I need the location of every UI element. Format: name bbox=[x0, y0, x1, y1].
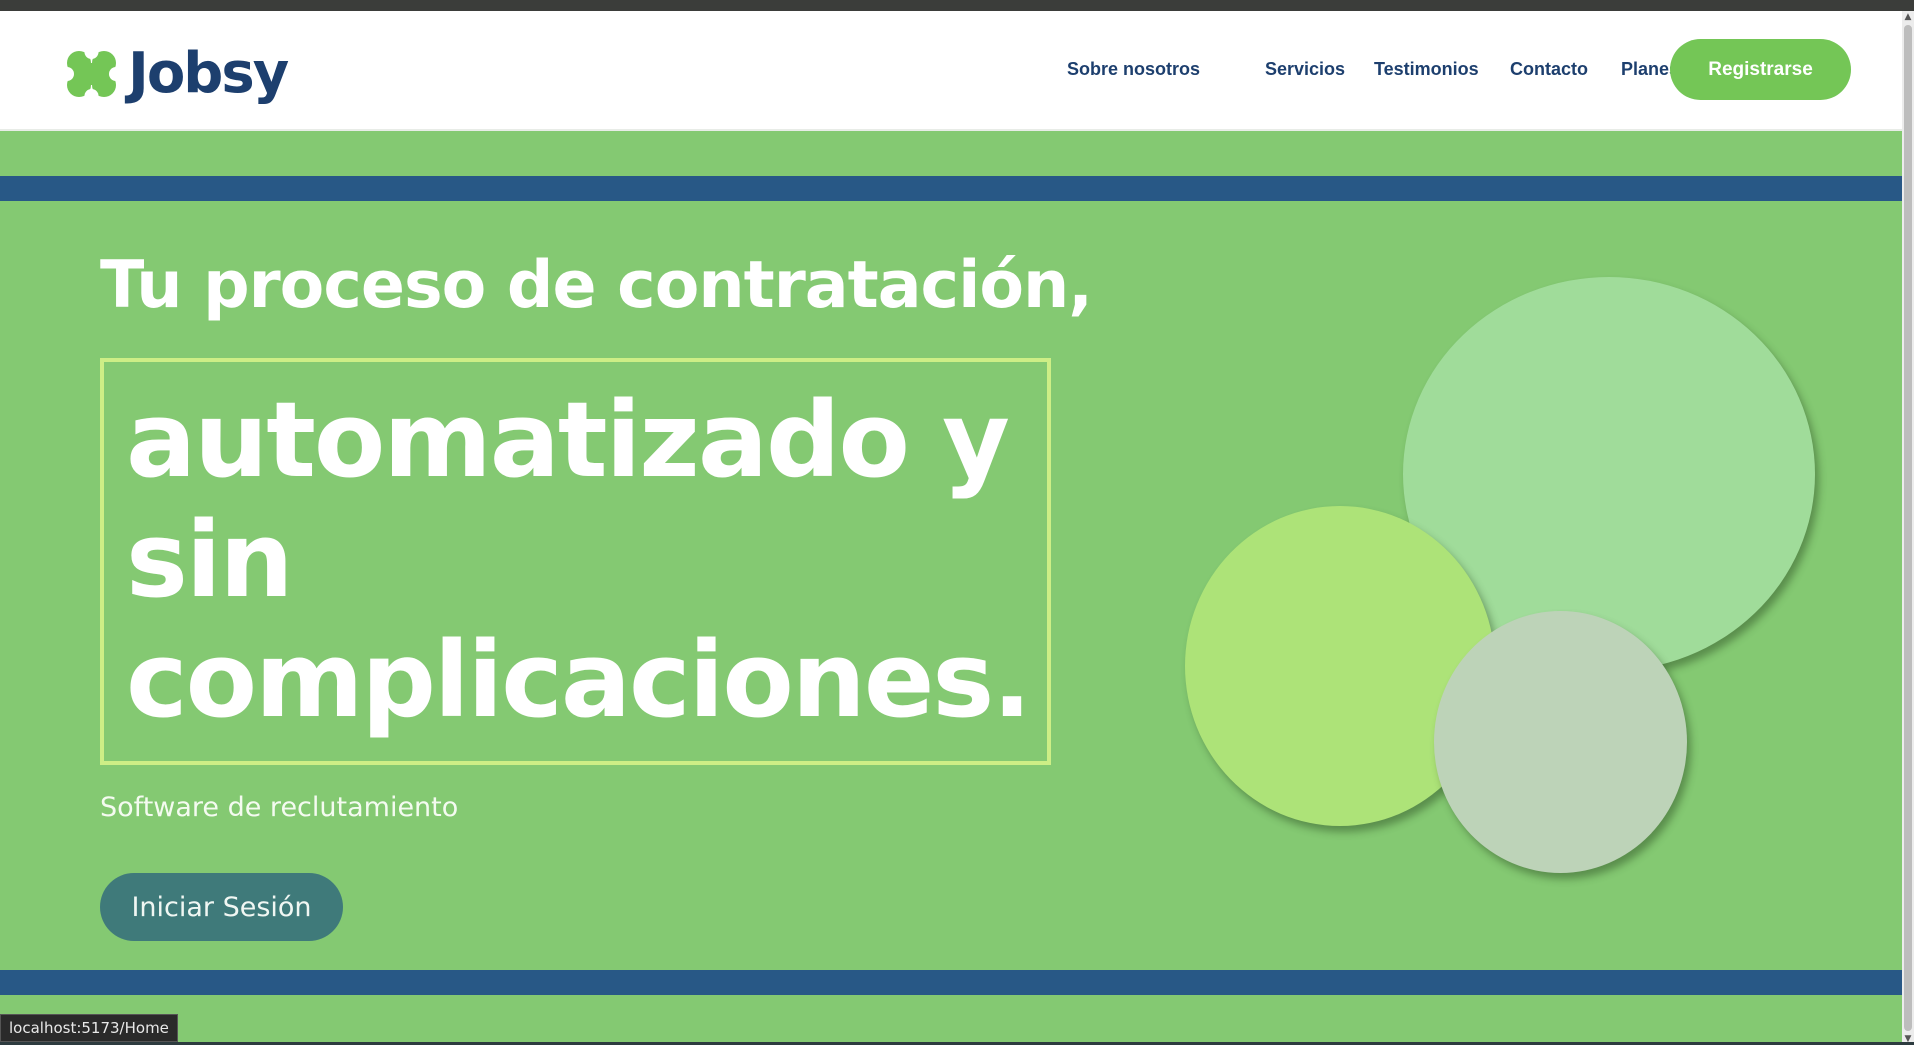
nav-link-sobre-nosotros[interactable]: Sobre nosotros bbox=[1067, 59, 1235, 80]
status-bar-url: localhost:5173/Home bbox=[0, 1014, 178, 1042]
hero-highlight-box: automatizado y sin complicaciones. bbox=[100, 358, 1051, 765]
hero-subtitle: Software de reclutamiento bbox=[100, 792, 459, 823]
blue-band-bottom bbox=[0, 970, 1902, 995]
scroll-up-arrow-icon[interactable]: ▲ bbox=[1902, 11, 1914, 23]
nav-links: Sobre nosotros Servicios Testimonios Con… bbox=[1067, 59, 1681, 80]
nav-link-servicios[interactable]: Servicios bbox=[1265, 59, 1345, 80]
logo[interactable]: Jobsy bbox=[64, 41, 289, 107]
brand-name: Jobsy bbox=[128, 41, 289, 106]
scrollbar-thumb[interactable] bbox=[1904, 25, 1912, 1031]
window-top-strip bbox=[0, 0, 1914, 11]
logo-cluster-icon bbox=[64, 49, 118, 99]
hero-highlight-text: automatizado y sin complicaciones. bbox=[126, 379, 1032, 741]
vertical-scrollbar[interactable]: ▲ ▼ bbox=[1902, 11, 1914, 1045]
hero-title: Tu proceso de contratación, bbox=[100, 248, 1093, 323]
navbar: Jobsy Sobre nosotros Servicios Testimoni… bbox=[0, 11, 1902, 131]
register-button[interactable]: Registrarse bbox=[1670, 39, 1851, 100]
nav-link-testimonios[interactable]: Testimonios bbox=[1374, 59, 1480, 80]
blue-band-top bbox=[0, 176, 1902, 201]
login-button[interactable]: Iniciar Sesión bbox=[100, 873, 343, 941]
browser-viewport: Jobsy Sobre nosotros Servicios Testimoni… bbox=[0, 0, 1914, 1045]
decorative-circle-small bbox=[1434, 611, 1687, 873]
nav-link-contacto[interactable]: Contacto bbox=[1510, 59, 1591, 80]
